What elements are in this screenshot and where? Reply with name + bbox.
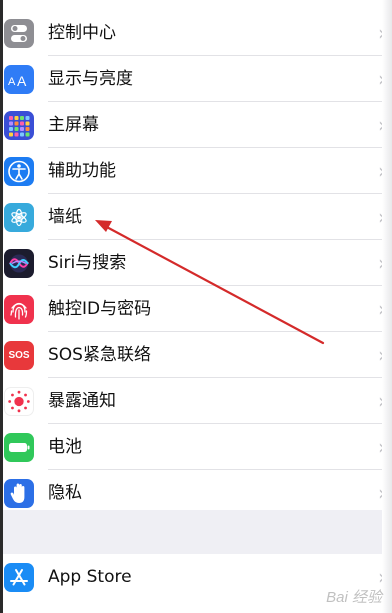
settings-row-wallpaper[interactable]: 墙纸 › [0,194,392,240]
watermark: Bai 经验 [326,589,382,606]
settings-row-label: 电池 [48,437,82,457]
accessibility-icon [4,157,34,186]
settings-row-label: 控制中心 [48,23,116,43]
settings-row-label: 主屏幕 [48,115,99,135]
control-center-icon [4,19,34,48]
settings-row-label: 显示与亮度 [48,69,133,89]
settings-row-exposure[interactable]: 暴露通知 › [0,378,392,424]
settings-row-label: 触控ID与密码 [48,299,152,319]
section-gap [0,510,392,554]
settings-row-label: Siri与搜索 [48,253,127,273]
svg-text:A: A [17,73,27,89]
app-store-icon [4,563,34,592]
settings-screen: 控制中心 › A A 显示与亮度 › [0,0,392,613]
wallpaper-icon [4,203,34,232]
settings-row-label: 辅助功能 [48,161,116,181]
right-edge [382,0,392,613]
sos-icon-text: SOS [8,350,30,361]
privacy-hand-icon [4,479,34,508]
siri-icon [4,249,34,278]
settings-row-label: 墙纸 [48,207,82,227]
touch-id-icon [4,295,34,324]
settings-row-label: 暴露通知 [48,391,116,411]
settings-row-display[interactable]: A A 显示与亮度 › [0,56,392,102]
sos-icon: SOS [4,341,34,370]
settings-row-touch-id[interactable]: 触控ID与密码 › [0,286,392,332]
left-edge [0,0,3,613]
display-brightness-icon: A A [4,65,34,94]
settings-group-main: 控制中心 › A A 显示与亮度 › [0,10,392,516]
settings-row-home-screen[interactable]: 主屏幕 › [0,102,392,148]
battery-icon [4,433,34,462]
exposure-notification-icon [4,387,34,416]
settings-row-sos[interactable]: SOS SOS紧急联络 › [0,332,392,378]
settings-row-battery[interactable]: 电池 › [0,424,392,470]
svg-text:A: A [8,76,16,88]
home-screen-icon [4,111,34,140]
settings-row-label: App Store [48,567,132,587]
settings-row-accessibility[interactable]: 辅助功能 › [0,148,392,194]
settings-row-siri[interactable]: Siri与搜索 › [0,240,392,286]
settings-row-label: SOS紧急联络 [48,345,151,365]
settings-row-control-center[interactable]: 控制中心 › [0,10,392,56]
